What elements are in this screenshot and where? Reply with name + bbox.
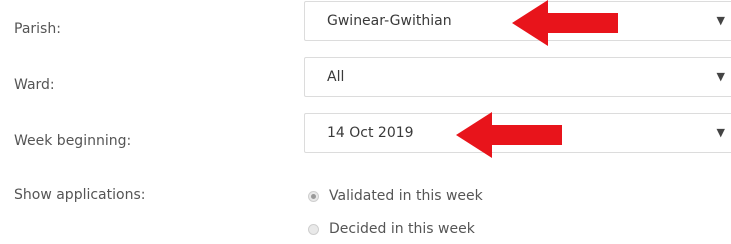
radio-validated-in-week[interactable]: Validated in this week bbox=[308, 188, 483, 204]
show-applications-label: Show applications: bbox=[14, 187, 146, 203]
arrow-shape bbox=[512, 0, 618, 46]
radio-button-checked[interactable] bbox=[308, 190, 319, 202]
arrow-shape bbox=[456, 112, 562, 158]
radio-button-unchecked[interactable] bbox=[308, 223, 319, 235]
week-beginning-label: Week beginning: bbox=[14, 133, 132, 149]
red-arrow-icon bbox=[456, 112, 562, 158]
week-beginning-selected-value: 14 Oct 2019 bbox=[327, 125, 414, 141]
chevron-down-icon: ▼ bbox=[716, 14, 725, 27]
chevron-down-icon: ▼ bbox=[716, 70, 725, 83]
ward-selected-value: All bbox=[327, 69, 345, 85]
radio-label-validated: Validated in this week bbox=[329, 188, 483, 204]
radio-decided-in-week[interactable]: Decided in this week bbox=[308, 221, 475, 237]
chevron-down-icon: ▼ bbox=[716, 126, 725, 139]
ward-select[interactable]: All ▼ bbox=[304, 57, 731, 97]
red-arrow-icon bbox=[512, 0, 618, 46]
radio-label-decided: Decided in this week bbox=[329, 221, 475, 237]
ward-label: Ward: bbox=[14, 77, 55, 93]
parish-selected-value: Gwinear-Gwithian bbox=[327, 13, 452, 29]
parish-label: Parish: bbox=[14, 21, 61, 37]
